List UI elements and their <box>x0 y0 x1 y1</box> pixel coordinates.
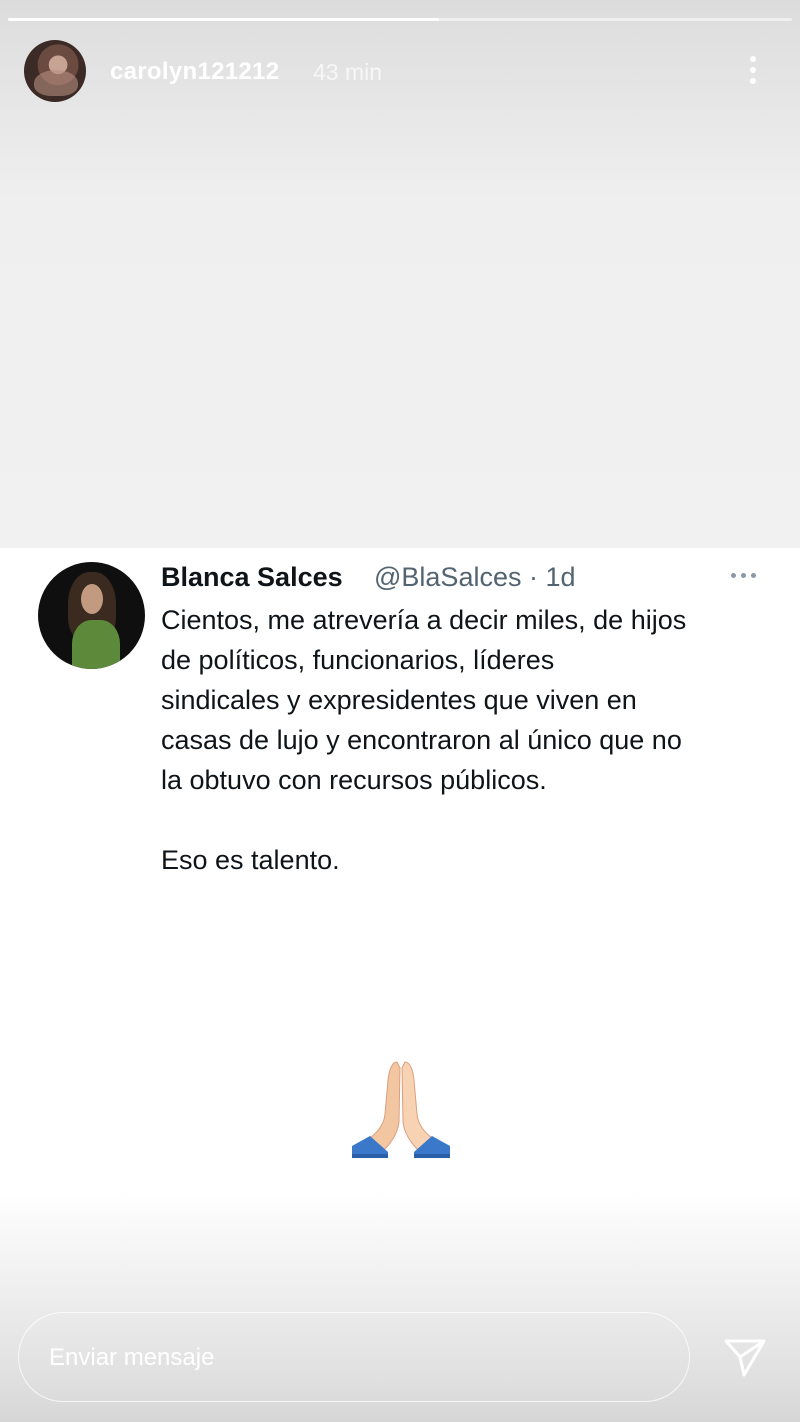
post-time: 43 min <box>313 59 383 85</box>
profile-avatar[interactable] <box>24 40 86 102</box>
tweet-text-line: la obtuvo con recursos públicos. <box>161 765 547 795</box>
send-icon[interactable] <box>722 1333 768 1379</box>
message-input[interactable] <box>47 1335 651 1381</box>
story-header: carolyn121212 43 min <box>0 36 800 108</box>
tweet-text-line: sindicales y expresidentes que viven en <box>161 685 637 715</box>
tweet-author-avatar <box>38 562 145 669</box>
tweet-text-line: de políticos, funcionarios, líderes <box>161 645 555 675</box>
tweet-author-name: Blanca Salces <box>161 562 343 592</box>
username[interactable]: carolyn121212 <box>110 58 279 86</box>
tweet-text-line: Cientos, me atrevería a decir miles, de … <box>161 605 687 635</box>
tweet-more-icon <box>728 570 760 580</box>
story-progress-bar <box>8 18 792 21</box>
story-progress-fill <box>8 18 440 21</box>
tweet-text-line: casas de lujo y encontraron al único que… <box>161 725 682 755</box>
tweet-closing-line: Eso es talento. <box>161 845 340 875</box>
story-view[interactable]: carolyn121212 43 min Blanca Salces @BlaS… <box>0 0 800 1422</box>
send-message-field[interactable] <box>18 1312 690 1402</box>
more-options-icon[interactable] <box>738 48 768 92</box>
folded-hands-icon <box>348 1058 454 1164</box>
tweet-text: Cientos, me atrevería a decir miles, de … <box>161 600 781 880</box>
tweet-author-handle: @BlaSalces · 1d <box>374 562 576 592</box>
